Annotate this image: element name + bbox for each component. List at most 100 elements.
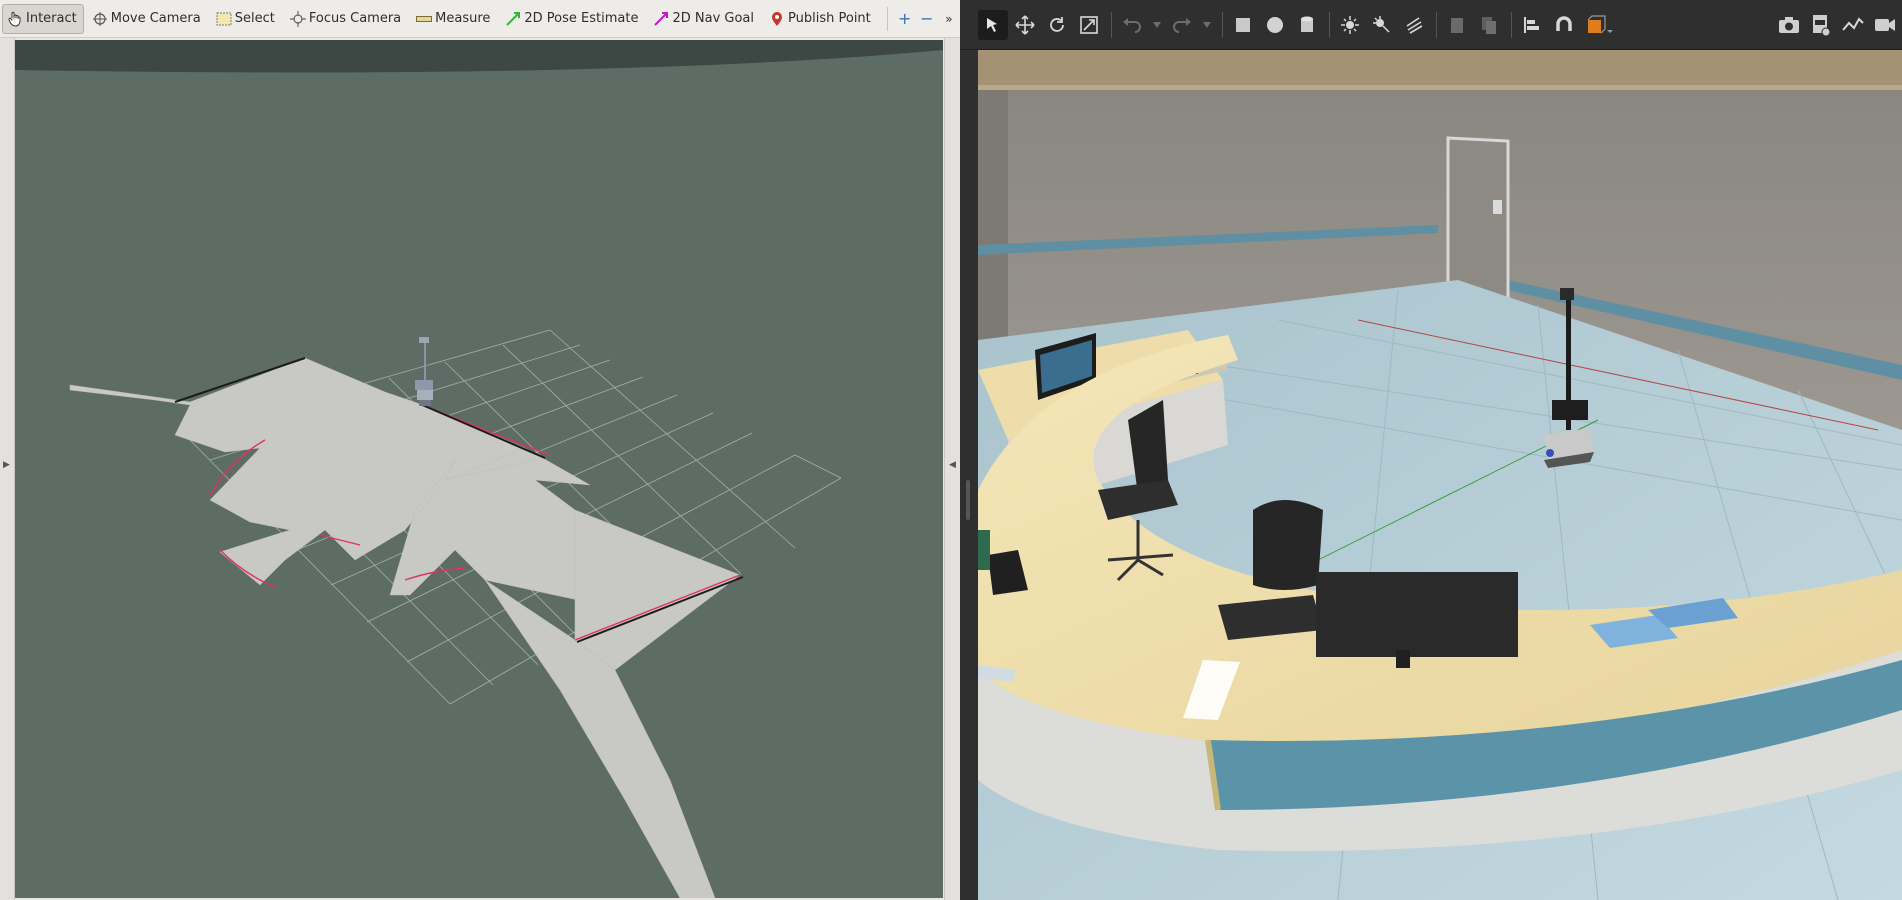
select-tool-button[interactable]: Select	[211, 4, 282, 34]
chevron-down-icon	[1203, 21, 1211, 28]
pose-estimate-tool-label: 2D Pose Estimate	[524, 11, 639, 26]
occupancy-free-space	[69, 357, 741, 898]
magenta-arrow-icon	[653, 11, 669, 27]
select-box-icon	[216, 11, 232, 27]
interact-tool-label: Interact	[26, 11, 77, 26]
rviz-tool-toolbar: Interact Move Camera Select Focus Camera…	[0, 0, 960, 38]
ruler-icon	[416, 11, 433, 27]
move-camera-tool-button[interactable]: Move Camera	[87, 4, 208, 34]
plus-icon: +	[897, 9, 912, 28]
right-dock-collapse-handle[interactable]: ◀	[944, 38, 961, 900]
toolbar-overflow-button[interactable]: »	[938, 4, 960, 34]
remove-tool-button[interactable]: −	[916, 4, 938, 34]
scale-mode-button[interactable]	[1074, 10, 1104, 40]
toolbar-separator	[1436, 11, 1437, 38]
cylinder-icon	[1301, 16, 1313, 32]
video-record-icon	[1875, 18, 1895, 31]
gazebo-window	[960, 0, 1902, 900]
add-tool-button[interactable]: +	[894, 4, 916, 34]
redo-history-button[interactable]	[1199, 10, 1215, 40]
ceiling	[978, 50, 1902, 90]
hand-pointer-icon	[7, 11, 23, 27]
monitor-stand	[1396, 650, 1410, 668]
rotate-icon	[1050, 16, 1064, 32]
undo-history-button[interactable]	[1149, 10, 1165, 40]
insert-spot-light-button[interactable]	[1367, 10, 1397, 40]
measure-tool-button[interactable]: Measure	[411, 4, 497, 34]
insert-box-button[interactable]	[1228, 10, 1258, 40]
directional-light-icon	[1406, 16, 1423, 34]
rotate-mode-button[interactable]	[1042, 10, 1072, 40]
redo-button[interactable]	[1167, 10, 1197, 40]
log-button[interactable]	[1806, 10, 1836, 40]
gazebo-left-panel-handle[interactable]	[960, 50, 978, 900]
select-tool-label: Select	[234, 11, 275, 26]
plot-icon	[1842, 16, 1864, 31]
undo-icon	[1123, 17, 1141, 33]
undo-button[interactable]	[1117, 10, 1147, 40]
select-arrow-icon	[987, 17, 997, 32]
focus-camera-tool-label: Focus Camera	[308, 11, 402, 26]
left-dock-collapse-handle[interactable]: ▶	[0, 38, 15, 900]
robot-model	[415, 337, 433, 406]
insert-point-light-button[interactable]	[1335, 10, 1365, 40]
snap-button[interactable]	[1549, 10, 1579, 40]
snap-magnet-icon	[1556, 15, 1572, 31]
translate-icon	[1015, 14, 1035, 35]
copy-icon	[1451, 17, 1463, 33]
gazebo-3d-viewport[interactable]	[978, 50, 1902, 900]
left-wall	[978, 90, 1008, 360]
rviz-scene	[15, 40, 943, 898]
toolbar-separator	[1329, 11, 1330, 38]
expand-right-icon: ◀	[949, 460, 956, 470]
change-view-button[interactable]	[1581, 10, 1619, 40]
insert-directional-light-button[interactable]	[1399, 10, 1429, 40]
translate-mode-button[interactable]	[1010, 10, 1040, 40]
paste-button[interactable]	[1474, 10, 1504, 40]
measure-tool-label: Measure	[435, 11, 491, 26]
map-unknown-band	[15, 40, 943, 73]
scale-icon	[1080, 15, 1098, 34]
align-icon	[1524, 16, 1539, 33]
toolbar-separator	[1222, 11, 1223, 38]
box-icon	[1236, 17, 1250, 32]
chevron-down-icon	[1153, 21, 1161, 28]
toolbar-separator	[1111, 11, 1112, 38]
screenshot-camera-icon	[1779, 16, 1799, 33]
toolbar-separator	[886, 6, 888, 31]
map-pin-icon	[769, 11, 785, 27]
align-button[interactable]	[1517, 10, 1547, 40]
rviz-window: Interact Move Camera Select Focus Camera…	[0, 0, 961, 900]
expand-left-icon: ▶	[3, 460, 10, 470]
select-mode-button[interactable]	[978, 9, 1008, 40]
toolbar-separator	[1511, 11, 1512, 38]
green-arrow-icon	[505, 11, 521, 27]
door-sign	[1493, 200, 1502, 214]
point-light-icon	[1341, 15, 1359, 34]
chevron-double-right-icon: »	[945, 11, 953, 26]
nav-goal-tool-label: 2D Nav Goal	[672, 11, 755, 26]
change-view-icon	[1587, 14, 1613, 33]
rviz-3d-viewport[interactable]	[15, 40, 943, 898]
plot-button[interactable]	[1838, 10, 1868, 40]
monitor-front-desk	[1316, 572, 1518, 657]
redo-icon	[1173, 17, 1191, 33]
pose-estimate-tool-button[interactable]: 2D Pose Estimate	[500, 4, 645, 34]
video-record-button[interactable]	[1870, 10, 1900, 40]
log-icon	[1813, 14, 1831, 36]
panel-grip-icon	[966, 480, 970, 520]
insert-sphere-button[interactable]	[1260, 10, 1290, 40]
gazebo-scene	[978, 50, 1902, 900]
minus-icon: −	[920, 9, 934, 28]
gazebo-toolbar	[960, 0, 1902, 50]
desk-item	[978, 530, 990, 570]
focus-camera-tool-button[interactable]: Focus Camera	[285, 4, 408, 34]
publish-point-tool-button[interactable]: Publish Point	[764, 4, 878, 34]
insert-cylinder-button[interactable]	[1292, 10, 1322, 40]
paste-icon	[1482, 16, 1496, 34]
interact-tool-button[interactable]: Interact	[2, 3, 84, 34]
screenshot-button[interactable]	[1774, 10, 1804, 40]
nav-goal-tool-button[interactable]: 2D Nav Goal	[648, 4, 761, 34]
copy-button[interactable]	[1442, 10, 1472, 40]
focus-crosshair-icon	[289, 10, 306, 27]
